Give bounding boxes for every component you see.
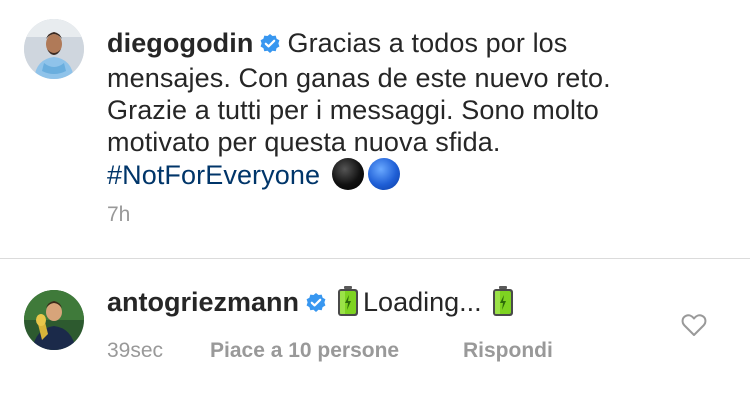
avatar-diegogodin[interactable] (24, 19, 84, 79)
hashtag-link[interactable]: #NotForEveryone (107, 160, 320, 190)
black-circle-emoji (332, 158, 365, 190)
comment: antogriezmann Loading... (107, 286, 518, 323)
post-username[interactable]: diegogodin (107, 28, 253, 58)
divider (0, 258, 750, 259)
comment-timestamp: 39sec (107, 339, 164, 362)
reply-button[interactable]: Rispondi (463, 339, 553, 363)
like-heart-icon[interactable] (681, 313, 707, 342)
caption-line-2: mensajes. Con ganas de este nuevo reto. (107, 63, 611, 93)
avatar-antogriezmann[interactable] (24, 290, 84, 350)
comment-text: Loading... (363, 287, 482, 317)
battery-icon (337, 286, 359, 323)
comment-likes-link[interactable]: Piace a 10 persone (210, 339, 399, 363)
post-caption: diegogodin Gracias a todos por los mensaj… (107, 27, 717, 191)
verified-badge-icon (305, 289, 327, 321)
caption-line-1: Gracias a todos por los (287, 28, 568, 58)
post-timestamp: 7h (107, 203, 131, 226)
battery-icon (492, 286, 514, 323)
post-caption-block: diegogodin Gracias a todos por los mensaj… (0, 0, 750, 258)
caption-line-3: Grazie a tutti per i messaggi. Sono molt… (107, 95, 599, 125)
comment-username[interactable]: antogriezmann (107, 287, 299, 317)
blue-circle-emoji (368, 158, 401, 190)
caption-line-4: motivato per questa nuova sfida. (107, 127, 501, 157)
verified-badge-icon (259, 30, 281, 62)
